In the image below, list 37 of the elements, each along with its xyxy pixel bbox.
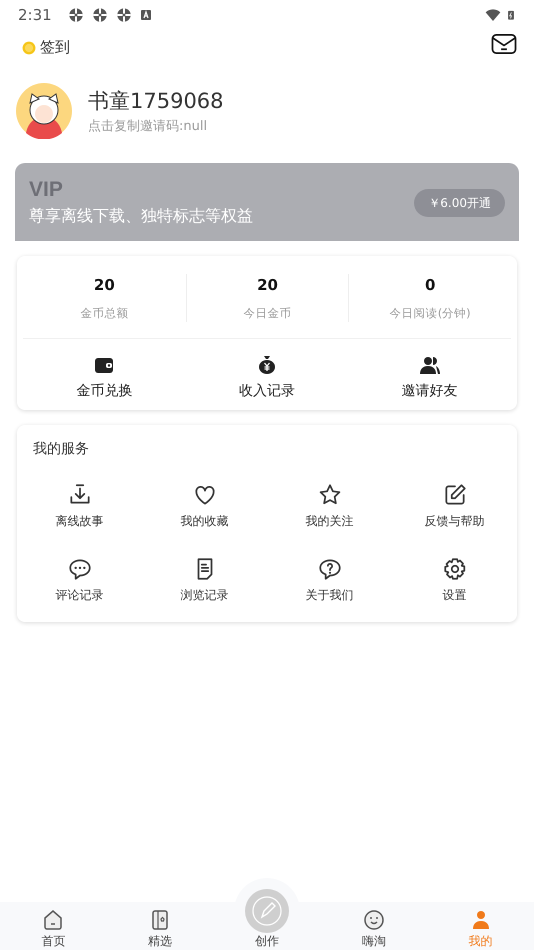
service-item[interactable]: 评论记录 [56,556,104,604]
mail-icon [490,32,518,56]
pen-icon [244,888,290,934]
service-item[interactable]: 离线故事 [56,482,104,530]
nav-tab[interactable]: 嗨淘 [320,902,428,950]
service-item[interactable]: 反馈与帮助 [424,482,484,530]
stat-label: 今日阅读(分钟) [388,304,472,322]
user-name: 书童1759068 [88,88,224,114]
wifi-icon [484,7,502,23]
nav-tab[interactable]: 首页 [0,902,107,950]
status-time: 2:31 [18,4,52,26]
service-item[interactable]: 设置 [442,556,468,604]
notification-icon [116,7,132,23]
stat-value: 20 [92,275,116,296]
vip-title: VIP [29,178,64,200]
action-item[interactable]: 邀请好友 [348,352,512,402]
action-item[interactable]: 金币兑换 [23,352,186,402]
stat-value: 0 [424,275,436,296]
vip-subtitle: 尊享离线下载、独特标志等权益 [29,204,253,226]
services-title: 我的服务 [32,440,90,459]
nav-tab[interactable]: 精选 [106,902,214,950]
coin-icon [22,40,36,54]
stat-value: 20 [256,275,279,296]
keyboard-icon [140,9,152,21]
notification-icon [92,7,108,23]
service-item[interactable]: 我的收藏 [180,482,228,530]
stat-label: 今日金币 [242,304,292,322]
stat-label: 金币总额 [79,304,130,322]
checkin-button[interactable]: 签到 [22,36,70,59]
service-item[interactable]: 浏览记录 [180,556,228,604]
avatar-icon [16,83,72,139]
settings-icon [442,556,468,582]
smiley-icon [362,908,386,932]
service-item[interactable]: 关于我们 [306,556,354,604]
notification-icon [68,7,84,23]
action-item[interactable]: 收入记录 [186,352,348,402]
service-item[interactable]: 我的关注 [306,482,354,530]
